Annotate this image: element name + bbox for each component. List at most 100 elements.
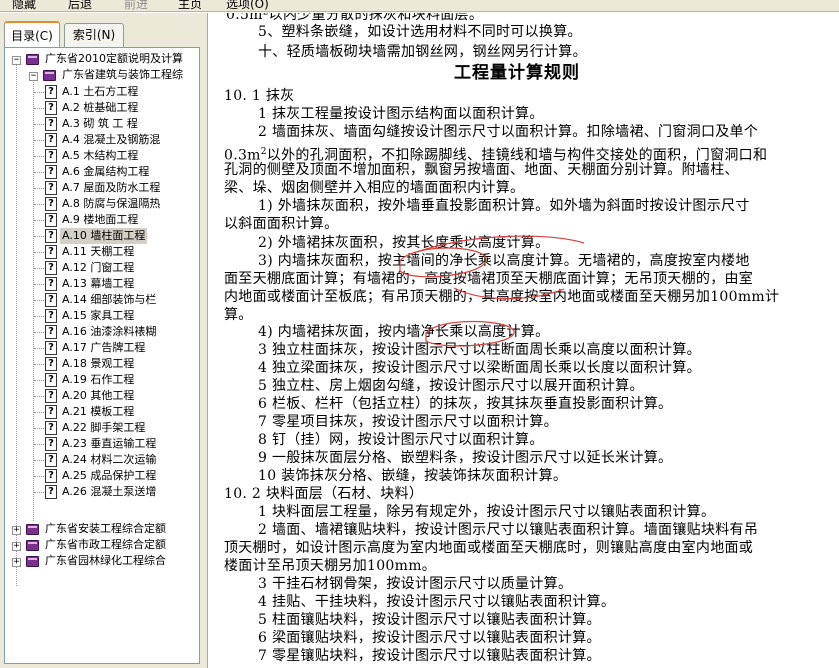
tree-guide: [34, 92, 44, 93]
tree-item[interactable]: A.10 墙柱面工程: [60, 228, 148, 244]
doc-line: 0.5m²以内少量分散的抹灰和块料面层。: [226, 13, 484, 23]
tree-item[interactable]: A.23 垂直运输工程: [60, 436, 158, 452]
doc-line: 1) 外墙抹灰面积，按外墙垂直投影面积计算。如外墙为斜面时按设计图示尺寸: [258, 198, 750, 214]
tree-item[interactable]: A.11 天棚工程: [60, 244, 136, 260]
doc-line: 以斜面面积计算。: [224, 216, 339, 232]
doc-title: 工程量计算规则: [454, 63, 580, 83]
tree-guide: [34, 316, 44, 317]
tree-item[interactable]: A.20 其他工程: [60, 388, 136, 404]
doc-line: 9 一般抹灰面层分格、嵌塑料条，按设计图示尺寸以延长米计算。: [258, 450, 673, 466]
tree-item[interactable]: A.2 桩基础工程: [60, 100, 140, 116]
book-icon: [25, 539, 41, 552]
tree-guide: [34, 492, 44, 493]
doc-line: 面至天棚底面计算；有墙裙的，高度按墙裙顶至天棚底面计算；无吊顶天棚的，由室: [224, 271, 754, 287]
tree-item[interactable]: A.21 模板工程: [60, 404, 136, 420]
book-icon: [25, 523, 41, 536]
help-page-icon: ?: [45, 133, 57, 147]
help-page-icon: ?: [45, 373, 57, 387]
tree-node-building-decoration[interactable]: 广东省建筑与装饰工程综: [60, 67, 185, 83]
tree-item[interactable]: A.4 混凝土及钢筋混: [60, 132, 162, 148]
doc-line: 3 独立柱面抹灰，按设计图示尺寸以柱断面周长乘以高度以面积计算。: [258, 342, 701, 358]
tree-guide: [34, 188, 44, 189]
doc-line: 7 零星项目抹灰，按设计图示尺寸以面积计算。: [258, 414, 558, 430]
tree-guide: [34, 108, 44, 109]
tree-guide: [34, 268, 44, 269]
help-page-icon: ?: [45, 405, 57, 419]
doc-line: 2) 外墙裙抹灰面积，按其长度乘以高度计算。: [258, 235, 550, 251]
tree-item[interactable]: A.3 砌 筑 工 程: [60, 116, 140, 132]
doc-line: 4 挂贴、干挂块料，按设计图示尺寸以镶贴表面积计算。: [258, 594, 616, 610]
help-page-icon: ?: [45, 101, 57, 115]
tree-guide: [34, 348, 44, 349]
tree-node-landscape[interactable]: 广东省园林绿化工程综合: [43, 553, 168, 569]
options-button[interactable]: 选项(O): [226, 0, 269, 11]
tree-item[interactable]: A.18 景观工程: [60, 356, 136, 372]
doc-line: 顶天棚时，如设计图示高度为室内地面或楼面至天棚底时，则镶贴高度由室内地面或: [224, 540, 754, 556]
tree-node-root[interactable]: 广东省2010定额说明及计算: [43, 51, 185, 67]
tree-guide: [34, 140, 44, 141]
tree-item[interactable]: A.5 木结构工程: [60, 148, 140, 164]
book-icon: [42, 69, 58, 82]
tree-guide: [34, 172, 44, 173]
tree-item[interactable]: A.7 屋面及防水工程: [60, 180, 162, 196]
tree-item[interactable]: A.12 门窗工程: [60, 260, 136, 276]
tree-guide: [34, 204, 44, 205]
book-icon: [25, 53, 41, 66]
doc-line: 内地面或楼面计至板底；有吊顶天棚的，其高度按室内地面或楼面至天棚另加100mm计: [224, 289, 780, 305]
tree-item[interactable]: A.14 细部装饰与栏: [60, 292, 158, 308]
tree-item[interactable]: A.8 防腐与保温隔热: [60, 196, 162, 212]
help-page-icon: ?: [45, 421, 57, 435]
tree-guide: [34, 444, 44, 445]
expand-icon[interactable]: +: [12, 542, 21, 551]
tree-guide: [34, 460, 44, 461]
tree-node-installation[interactable]: 广东省安装工程综合定额: [43, 521, 168, 537]
tree-item[interactable]: A.25 成品保护工程: [60, 468, 158, 484]
tree-item[interactable]: A.17 广告牌工程: [60, 340, 147, 356]
tree-guide: [34, 220, 44, 221]
home-button[interactable]: 主页: [178, 0, 202, 11]
tree-item[interactable]: A.15 家具工程: [60, 308, 136, 324]
tree-item[interactable]: A.6 金属结构工程: [60, 164, 151, 180]
tree-item[interactable]: A.9 楼地面工程: [60, 212, 140, 228]
tree-item[interactable]: A.16 油漆涂料裱糊: [60, 324, 158, 340]
collapse-icon[interactable]: −: [29, 72, 38, 81]
tree-guide: [34, 476, 44, 477]
tree-guide: [34, 236, 44, 237]
tree-item[interactable]: A.26 混凝土泵送增: [60, 484, 158, 500]
doc-line: 8 钉（挂）网，按设计图示尺寸以面积计算。: [258, 432, 544, 448]
doc-line: 5 独立柱、房上烟囱勾缝，按设计图示尺寸以展开面积计算。: [258, 378, 644, 394]
doc-line: 2 墙面抹灰、墙面勾缝按设计图示尺寸以面积计算。扣除墙裙、门窗洞口及单个: [258, 124, 759, 140]
collapse-icon[interactable]: −: [12, 56, 21, 65]
tree-guide: [33, 76, 34, 521]
hide-button[interactable]: 隐藏: [12, 0, 36, 11]
tree-guide: [34, 284, 44, 285]
doc-line: 3 干挂石材钢骨架，按设计图示尺寸以质量计算。: [258, 576, 573, 592]
help-page-icon: ?: [45, 197, 57, 211]
doc-line: 算。: [224, 307, 253, 323]
help-page-icon: ?: [45, 117, 57, 131]
doc-line: 孔洞的侧壁及顶面不增加面积，飘窗另按墙面、地面、天棚面分别计算。附墙柱、: [224, 162, 739, 178]
tree-item[interactable]: A.13 幕墙工程: [60, 276, 136, 292]
contents-tree[interactable]: − 广东省2010定额说明及计算 − 广东省建筑与装饰工程综 + 广东省安装工程…: [4, 47, 200, 664]
doc-line: 3) 内墙抹灰面积，按主墙间的净长乘以高度计算。无墙裙的，高度按室内楼地: [258, 253, 750, 269]
help-page-icon: ?: [45, 293, 57, 307]
tree-guide: [34, 364, 44, 365]
tree-item[interactable]: A.24 材料二次运输: [60, 452, 158, 468]
tree-guide: [16, 60, 17, 586]
expand-icon[interactable]: +: [12, 558, 21, 567]
tree-guide: [34, 380, 44, 381]
document-content: 0.5m²以内少量分散的抹灰和块料面层。 5、塑料条嵌缝，如设计选用材料不同时可…: [214, 13, 839, 668]
back-button[interactable]: 后退: [68, 0, 92, 11]
tab-contents[interactable]: 目录(C): [4, 21, 60, 47]
doc-line: 1 块料面层工程量，除另有规定外，按设计图示尺寸以镶贴表面积计算。: [258, 504, 716, 520]
tree-node-municipal[interactable]: 广东省市政工程综合定额: [43, 537, 168, 553]
forward-button[interactable]: 前进: [124, 0, 148, 11]
help-page-icon: ?: [45, 325, 57, 339]
expand-icon[interactable]: +: [12, 526, 21, 535]
tree-item[interactable]: A.19 石作工程: [60, 372, 136, 388]
tree-item[interactable]: A.1 土石方工程: [60, 84, 140, 100]
tree-item[interactable]: A.22 脚手架工程: [60, 420, 147, 436]
tab-index[interactable]: 索引(N): [64, 23, 124, 47]
doc-line: 10 装饰抹灰分格、嵌缝，按装饰抹灰面积计算。: [258, 468, 568, 484]
help-page-icon: ?: [45, 437, 57, 451]
